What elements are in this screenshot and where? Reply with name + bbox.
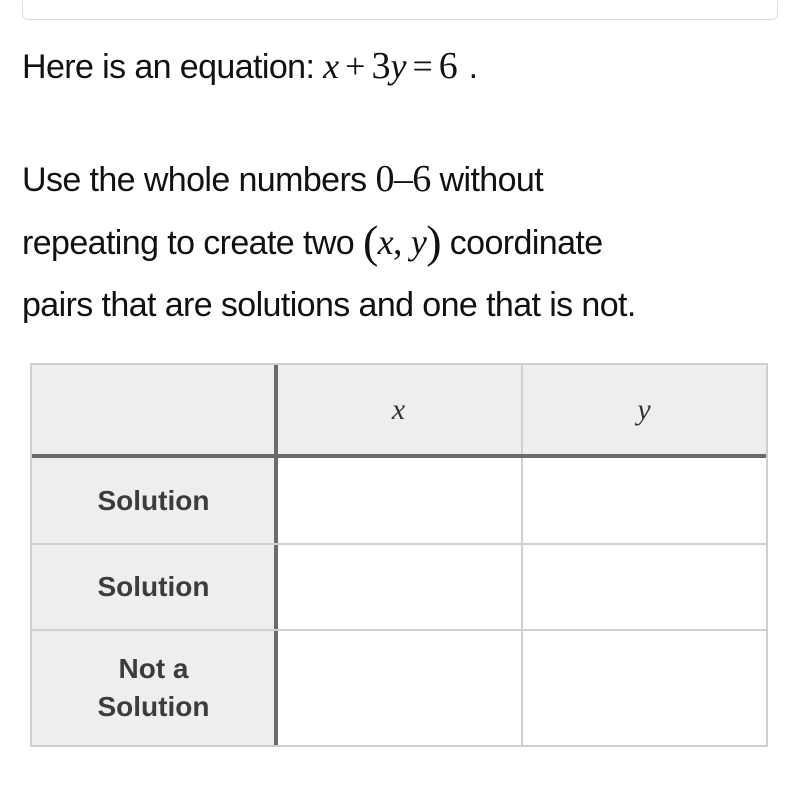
instructions-line-3: pairs that are solutions and one that is…	[22, 286, 636, 324]
range-end: 6	[412, 158, 431, 200]
range-dash: –	[393, 158, 413, 200]
row-label-not-a-solution: Not a Solution	[32, 631, 275, 745]
row-label-solution-2: Solution	[32, 545, 275, 629]
equation-var-y: y	[390, 46, 407, 86]
equation-plus: +	[345, 46, 366, 86]
pair-y: y	[410, 222, 427, 262]
instructions-line-2: repeating to create two (x, y) coordinat…	[22, 211, 782, 274]
header-x: x	[275, 365, 522, 455]
row-divider-1	[32, 543, 766, 545]
equation-statement: Here is an equation: x +3y = 6 .	[22, 44, 478, 89]
row1-x-input[interactable]	[278, 458, 522, 543]
equation-rhs: 6	[438, 45, 458, 87]
header-y: y	[522, 365, 766, 455]
header-corner-cell	[32, 365, 275, 455]
row2-y-input[interactable]	[523, 545, 766, 629]
row2-x-input[interactable]	[278, 545, 522, 629]
previous-answer-box	[22, 0, 778, 20]
equation-period: .	[468, 48, 478, 86]
equation-equals: =	[412, 46, 433, 86]
equation-var-x: x	[323, 46, 340, 86]
equation-coef: 3	[371, 45, 391, 87]
instructions-text: without	[439, 161, 544, 199]
instructions: Use the whole numbers 0–6 without repeat…	[22, 148, 782, 336]
row3-y-input[interactable]	[523, 631, 766, 745]
intro-text: Here is an equation:	[22, 48, 315, 86]
row3-x-input[interactable]	[278, 631, 522, 745]
equation: x +3y = 6	[323, 45, 468, 87]
header-divider	[32, 454, 766, 458]
coordinate-table: x y Solution Solution Not a Solution	[30, 363, 768, 747]
pair-x: x	[377, 222, 394, 262]
column-divider	[521, 365, 523, 745]
paren-open: (	[362, 216, 378, 267]
range-start: 0	[375, 158, 394, 200]
row-divider-2	[32, 629, 766, 631]
pair-comma: ,	[393, 221, 403, 263]
paren-close: )	[426, 216, 441, 267]
instructions-text: coordinate	[449, 224, 603, 262]
instructions-text: repeating to create two	[22, 224, 355, 262]
instructions-text: Use the whole numbers	[22, 161, 367, 199]
row1-y-input[interactable]	[523, 458, 766, 543]
row-label-line-1: Not a	[118, 653, 189, 684]
row-label-line-2: Solution	[97, 691, 210, 722]
row-header-divider	[274, 365, 278, 745]
instructions-line-1: Use the whole numbers 0–6 without	[22, 148, 782, 211]
row-label-solution-1: Solution	[32, 458, 275, 543]
